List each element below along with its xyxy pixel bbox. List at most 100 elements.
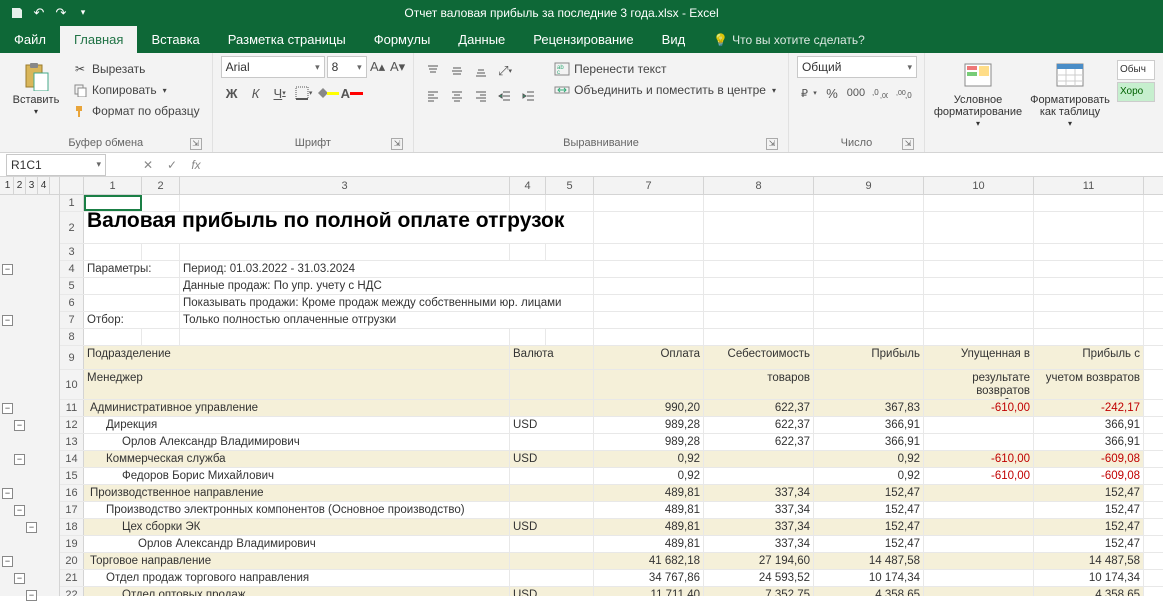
cell[interactable]: 366,91 <box>814 434 924 450</box>
cell[interactable]: USD <box>510 451 594 467</box>
cell[interactable]: 152,47 <box>1034 485 1144 501</box>
cell[interactable] <box>594 244 704 260</box>
cell[interactable] <box>704 468 814 484</box>
cell[interactable] <box>924 244 1034 260</box>
cell[interactable] <box>704 295 814 311</box>
cancel-icon[interactable]: ✕ <box>136 154 160 176</box>
cell[interactable]: USD <box>510 519 594 535</box>
font-launcher[interactable]: ⇲ <box>391 138 403 150</box>
cell[interactable] <box>924 278 1034 294</box>
name-box[interactable]: R1C1▾ <box>6 154 106 176</box>
cell[interactable]: Параметры: <box>84 261 180 277</box>
cell[interactable]: 152,47 <box>814 519 924 535</box>
cell[interactable]: 152,47 <box>1034 502 1144 518</box>
cell[interactable] <box>1034 261 1144 277</box>
enter-icon[interactable]: ✓ <box>160 154 184 176</box>
merge-center-button[interactable]: Объединить и поместить в центре▾ <box>550 81 780 99</box>
orientation-icon[interactable]: ⤢▾ <box>494 60 516 82</box>
comma-format-icon[interactable]: 000 <box>845 82 867 104</box>
row-header[interactable]: 12 <box>60 417 84 433</box>
cell[interactable]: 4 358,65 <box>1034 587 1144 596</box>
format-as-table-button[interactable]: Форматировать как таблицу▾ <box>1027 56 1113 129</box>
increase-indent-icon[interactable] <box>518 85 540 107</box>
cell[interactable] <box>924 485 1034 501</box>
cell[interactable] <box>84 244 142 260</box>
cell[interactable] <box>924 295 1034 311</box>
tab-home[interactable]: Главная <box>60 26 137 53</box>
row-header[interactable]: 11 <box>60 400 84 416</box>
formula-input[interactable] <box>208 154 1163 176</box>
cell[interactable] <box>924 312 1034 328</box>
redo-icon[interactable]: ↷ <box>52 4 70 22</box>
cell[interactable]: -610,00 <box>924 468 1034 484</box>
cell[interactable]: 622,37 <box>704 434 814 450</box>
row-header[interactable]: 10 <box>60 370 84 399</box>
increase-decimal-icon[interactable]: ,0,00 <box>869 82 891 104</box>
cell[interactable]: Федоров Борис Михайлович <box>84 468 510 484</box>
row-header[interactable]: 17 <box>60 502 84 518</box>
cell[interactable]: Орлов Александр Владимирович <box>84 434 510 450</box>
decrease-decimal-icon[interactable]: ,00,0 <box>893 82 915 104</box>
cell[interactable] <box>924 536 1034 552</box>
cell[interactable]: учетом возвратов <box>1034 370 1144 399</box>
cell[interactable]: 10 174,34 <box>814 570 924 586</box>
cell[interactable] <box>510 502 594 518</box>
cell[interactable]: Дирекция <box>84 417 510 433</box>
align-top-icon[interactable] <box>422 60 444 82</box>
cell[interactable] <box>924 261 1034 277</box>
cell[interactable]: Подразделение <box>84 346 510 369</box>
cell[interactable] <box>1034 295 1144 311</box>
conditional-formatting-button[interactable]: Условное форматирование▾ <box>933 56 1023 129</box>
cell[interactable] <box>546 244 594 260</box>
number-format-combo[interactable]: Общий▾ <box>797 56 917 78</box>
borders-button[interactable]: ▾ <box>293 82 315 104</box>
tab-review[interactable]: Рецензирование <box>519 26 647 53</box>
cell[interactable] <box>594 212 704 243</box>
outline-collapse-button[interactable]: − <box>2 556 13 567</box>
row-header[interactable]: 18 <box>60 519 84 535</box>
row-header[interactable]: 13 <box>60 434 84 450</box>
row-header[interactable]: 5 <box>60 278 84 294</box>
cell[interactable]: Оплата <box>594 346 704 369</box>
align-launcher[interactable]: ⇲ <box>766 138 778 150</box>
underline-button[interactable]: Ч▾ <box>269 82 291 104</box>
cell[interactable] <box>924 553 1034 569</box>
cell[interactable]: 11 711,40 <box>594 587 704 596</box>
cell[interactable]: 0,92 <box>814 468 924 484</box>
column-header[interactable]: 4 <box>510 177 546 194</box>
cell[interactable]: -609,08 <box>1034 468 1144 484</box>
outline-level-2[interactable]: 2 <box>14 177 26 195</box>
cell[interactable] <box>704 195 814 211</box>
tab-formulas[interactable]: Формулы <box>360 26 445 53</box>
cell[interactable]: 622,37 <box>704 417 814 433</box>
cell[interactable] <box>510 195 546 211</box>
cell[interactable]: USD <box>510 417 594 433</box>
cell[interactable]: 27 194,60 <box>704 553 814 569</box>
tab-data[interactable]: Данные <box>444 26 519 53</box>
cell[interactable] <box>704 261 814 277</box>
row-header[interactable]: 2 <box>60 212 84 243</box>
cell[interactable]: 337,34 <box>704 536 814 552</box>
column-header[interactable]: 10 <box>924 177 1034 194</box>
cell[interactable] <box>924 434 1034 450</box>
cell[interactable]: Коммерческая служба <box>84 451 510 467</box>
cell[interactable]: Административное управление <box>84 400 510 416</box>
align-left-icon[interactable] <box>422 85 444 107</box>
column-header[interactable]: 3 <box>180 177 510 194</box>
cell[interactable] <box>510 570 594 586</box>
cell[interactable] <box>180 195 510 211</box>
cell[interactable] <box>594 329 704 345</box>
cell[interactable]: Показывать продажи: Кроме продаж между с… <box>180 295 594 311</box>
cell[interactable]: USD <box>510 587 594 596</box>
outline-collapse-button[interactable]: − <box>14 420 25 431</box>
cell[interactable]: 14 487,58 <box>1034 553 1144 569</box>
clipboard-launcher[interactable]: ⇲ <box>190 138 202 150</box>
row-header[interactable]: 19 <box>60 536 84 552</box>
cell[interactable] <box>510 468 594 484</box>
cell[interactable] <box>814 261 924 277</box>
cell[interactable]: Менеджер <box>84 370 510 399</box>
cell[interactable]: Отдел продаж торгового направления <box>84 570 510 586</box>
cell[interactable] <box>142 195 180 211</box>
cell[interactable] <box>510 244 546 260</box>
cell[interactable]: Упущенная в <box>924 346 1034 369</box>
